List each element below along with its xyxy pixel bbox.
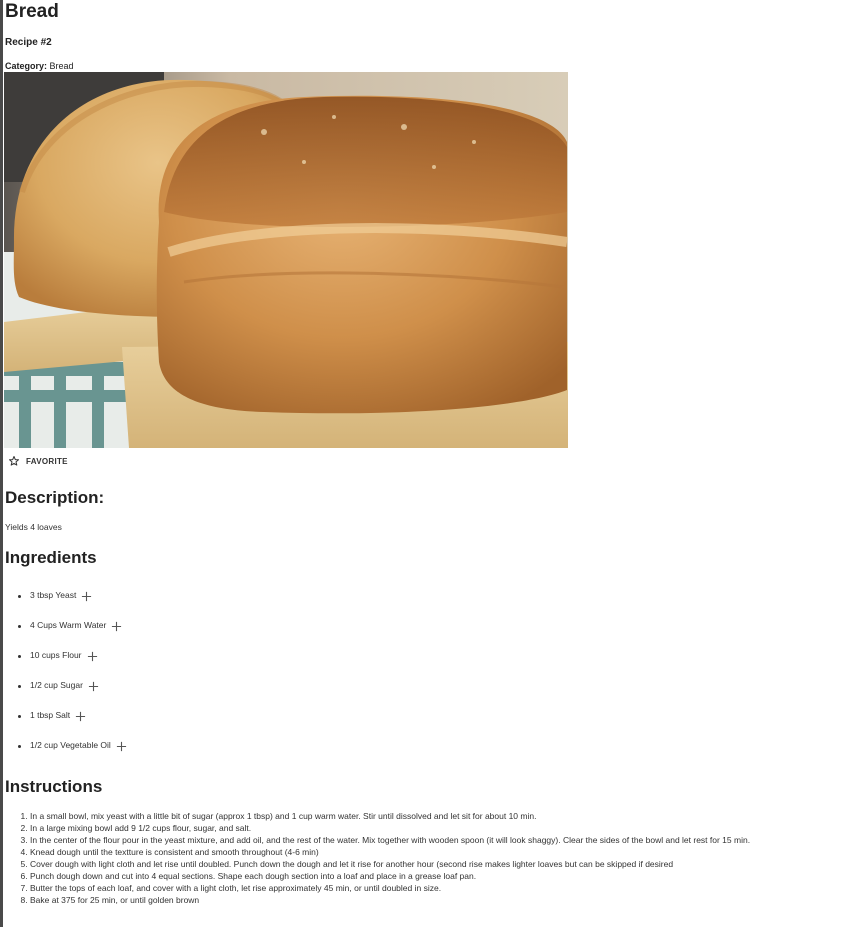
- instructions-list: In a small bowl, mix yeast with a little…: [5, 810, 750, 906]
- bullet: [18, 745, 21, 748]
- recipe-title: Bread: [5, 1, 59, 22]
- favorite-label: FAVORITE: [26, 456, 68, 466]
- plus-icon[interactable]: [75, 711, 86, 722]
- ingredient-item: 1 tbsp Salt: [5, 708, 127, 738]
- description-heading: Description:: [5, 488, 105, 507]
- instruction-step: In a large mixing bowl add 9 1/2 cups fl…: [30, 822, 750, 834]
- category-value: Bread: [49, 61, 74, 71]
- ingredient-text: 4 Cups Warm Water: [30, 620, 107, 630]
- ingredient-text: 1/2 cup Vegetable Oil: [30, 740, 111, 750]
- bullet: [18, 595, 21, 598]
- instruction-step: Punch dough down and cut into 4 equal se…: [30, 870, 750, 882]
- instruction-step: Cover dough with light cloth and let ris…: [30, 858, 750, 870]
- recipe-photo: [4, 72, 568, 448]
- plus-icon[interactable]: [87, 651, 98, 662]
- ingredients-list: 3 tbsp Yeast 4 Cups Warm Water 10 cups F…: [5, 588, 127, 768]
- ingredients-heading: Ingredients: [5, 548, 97, 567]
- ingredient-text: 3 tbsp Yeast: [30, 590, 77, 600]
- instruction-step: Knead dough until the textture is consis…: [30, 846, 750, 858]
- ingredient-text: 1 tbsp Salt: [30, 710, 71, 720]
- instruction-step: Butter the tops of each loaf, and cover …: [30, 882, 750, 894]
- category-label: Category:: [5, 61, 48, 71]
- left-edge-bar: [0, 0, 3, 927]
- instruction-step: Bake at 375 for 25 min, or until golden …: [30, 894, 750, 906]
- plus-icon[interactable]: [111, 621, 122, 632]
- bullet: [18, 625, 21, 628]
- bullet: [18, 685, 21, 688]
- instruction-step: In a small bowl, mix yeast with a little…: [30, 810, 750, 822]
- instructions-heading: Instructions: [5, 777, 103, 796]
- plus-icon[interactable]: [116, 741, 127, 752]
- ingredient-item: 1/2 cup Vegetable Oil: [5, 738, 127, 768]
- ingredient-text: 1/2 cup Sugar: [30, 680, 83, 690]
- description-text: Yields 4 loaves: [5, 522, 62, 532]
- ingredient-item: 3 tbsp Yeast: [5, 588, 127, 618]
- favorite-button[interactable]: FAVORITE: [8, 455, 68, 467]
- ingredient-item: 10 cups Flour: [5, 648, 127, 678]
- plus-icon[interactable]: [88, 681, 99, 692]
- ingredient-text: 10 cups Flour: [30, 650, 82, 660]
- plus-icon[interactable]: [81, 591, 92, 602]
- instruction-step: In the center of the flour pour in the y…: [30, 834, 750, 846]
- ingredient-item: 1/2 cup Sugar: [5, 678, 127, 708]
- recipe-category: Category: Bread: [5, 60, 74, 72]
- star-outline-icon: [9, 456, 19, 466]
- ingredient-item: 4 Cups Warm Water: [5, 618, 127, 648]
- bullet: [18, 715, 21, 718]
- bullet: [18, 655, 21, 658]
- recipe-number: Recipe #2: [5, 37, 52, 48]
